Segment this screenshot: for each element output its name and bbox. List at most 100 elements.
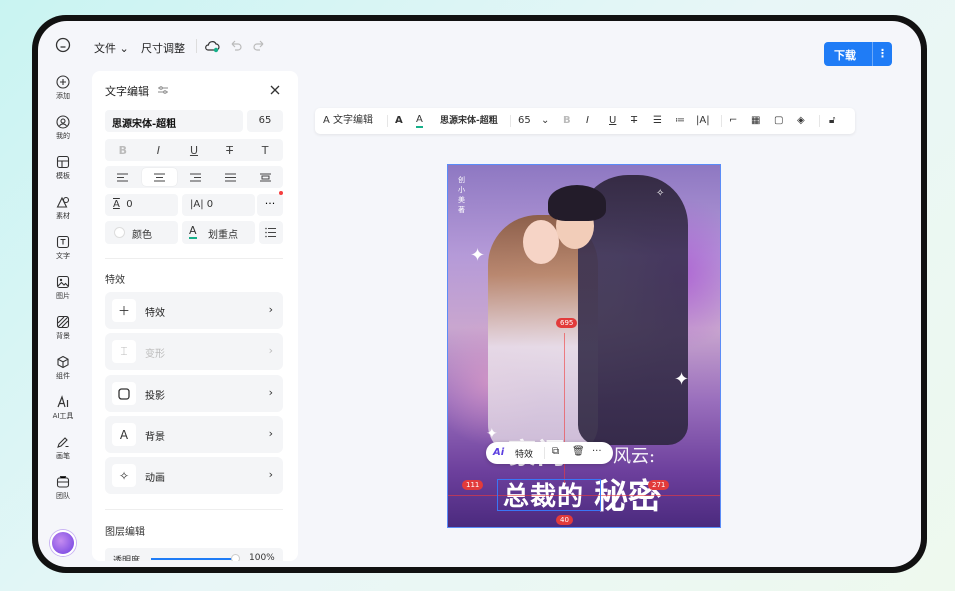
effect-item-warp[interactable]: ⌶ 变形 › [105,333,283,370]
title-line-2b[interactable]: 秘密 [594,469,662,518]
rail-item-background[interactable]: 背景 [38,315,88,341]
rail-item-image[interactable]: 图片 [38,275,88,301]
more-icon[interactable]: ··· [592,446,602,457]
effect-item-animation[interactable]: ✧ 动画 › [105,457,283,494]
duplicate-icon[interactable]: ⧉ [552,446,559,457]
settings-sliders-icon[interactable] [158,86,168,94]
rail-item-mine[interactable]: 我的 [38,115,88,141]
list-icon[interactable]: ≔ [675,114,685,128]
close-icon[interactable] [269,84,281,96]
align-left-button[interactable] [105,166,140,188]
bold-button[interactable]: B [105,139,141,161]
team-icon [56,475,70,488]
brush-icon [57,437,69,448]
highlight-button[interactable]: A 划重点 [182,221,255,244]
rail-item-text[interactable]: 文字 [38,235,88,261]
background-icon [56,315,70,329]
color-picker[interactable]: 颜色 [105,221,178,244]
italic-button[interactable]: I [141,139,177,161]
rail-label: AI工具 [52,412,74,420]
redo-icon[interactable] [252,38,266,52]
rail-item-add[interactable]: 添加 [38,75,88,101]
align-center-icon[interactable]: ☰ [653,114,662,128]
author-text[interactable]: 创小美 著 [458,175,468,215]
chevron-down-icon[interactable]: ⌄ [541,114,549,128]
cloud-sync-icon[interactable] [204,38,220,54]
rail-item-materials[interactable]: 素材 [38,195,88,221]
bold-icon[interactable]: B [563,114,571,128]
trash-icon[interactable]: 🗑︎ [572,446,585,457]
text-bg-icon: A [112,423,136,446]
format-painter-icon[interactable]: ⌐ [729,114,737,128]
opacity-handle[interactable] [231,554,240,561]
list-button[interactable] [259,221,283,244]
toolbar-font-size[interactable]: 65 [518,114,531,128]
strikethrough-button[interactable]: T [212,139,248,161]
distribute-button[interactable] [248,166,283,188]
rail-item-components[interactable]: 组件 [38,355,88,381]
divider [510,115,511,127]
divider [387,115,388,127]
design-canvas[interactable]: 创小美 著 ✦ ✦ ✦ ✧ 豪门 风云: 总裁的 秘密 695 111 271 … [447,164,721,528]
distance-badge: 40 [556,515,573,525]
underline-icon[interactable]: U [609,114,616,128]
avatar[interactable] [50,530,76,556]
rail-label: 添加 [56,92,70,100]
layers-icon[interactable]: ◈ [797,114,805,128]
image-icon [56,275,70,289]
lock-icon[interactable]: 🔓︎ [829,114,835,128]
opacity-track[interactable] [151,558,237,560]
line-spacing-input[interactable]: |A| 0 [182,194,255,216]
more-options-button[interactable]: ··· [257,194,283,216]
font-family-select[interactable]: 思源宋体-超粗 [105,110,243,132]
opacity-value: 100% [249,553,275,561]
file-menu[interactable]: 文件 ⌄ [94,40,129,56]
effect-item-effect[interactable]: ＋ 特效 › [105,292,283,329]
ai-icon[interactable]: Ai [493,447,504,458]
rail-item-template[interactable]: 模板 [38,155,88,181]
notification-dot [279,191,283,195]
highlight-label: 划重点 [208,230,238,241]
transparency-icon[interactable]: ▦ [751,114,760,128]
underline-button[interactable]: U [176,139,212,161]
effect-item-shadow[interactable]: 投影 › [105,375,283,412]
align-center-button[interactable] [141,168,177,186]
shadow-icon [112,382,136,405]
sparkle-icon: ✧ [656,188,665,199]
text-edit-toggle[interactable]: A 文字编辑 [323,114,373,128]
opacity-slider[interactable]: 透明度 100% [105,548,283,561]
toolbar-font-select[interactable]: 思源宋体-超粗 [440,114,498,128]
rail-item-team[interactable]: 团队 [38,475,88,501]
title-line-1b[interactable]: 风云: [613,442,655,468]
download-button[interactable]: 下载 ⋮ [824,42,892,66]
size-adjust-menu[interactable]: 尺寸调整 [141,40,185,56]
effect-button[interactable]: 特效 [515,447,533,460]
rail-item-brush[interactable]: 画笔 [38,435,88,461]
font-color-icon[interactable]: A [416,114,423,128]
color-swatch [114,227,125,238]
letter-spacing-input[interactable]: A 0 [105,194,178,216]
effect-item-background[interactable]: A 背景 › [105,416,283,453]
home-icon[interactable] [55,37,71,53]
cube-icon [57,355,69,369]
font-style-icon[interactable]: A [395,114,403,128]
selection-box[interactable] [497,479,601,511]
font-size-input[interactable]: 65 [247,110,283,132]
rail-label: 组件 [56,372,70,380]
undo-icon[interactable] [229,38,243,52]
strikethrough-icon[interactable]: T [631,114,637,128]
ai-icon [57,395,69,408]
effect-label: 动画 [145,473,165,484]
italic-icon[interactable]: I [586,114,589,128]
shape-icon[interactable]: ▢ [774,114,783,128]
download-more-icon[interactable]: ⋮ [872,42,892,66]
rail-item-ai-tools[interactable]: AI工具 [38,395,88,421]
case-button[interactable]: T [247,139,283,161]
editor-screen: 文件 ⌄ 尺寸调整 下载 ⋮ 添加 我的 模板 素材 文字 图片 背景 组件 A… [38,21,921,567]
list-icon [265,227,276,238]
text-toolbar: A 文字编辑 A A 思源宋体-超粗 65 ⌄ B I U T ☰ ≔ |A| … [315,108,855,134]
spacing-icon[interactable]: |A| [696,114,710,128]
device-frame: 文件 ⌄ 尺寸调整 下载 ⋮ 添加 我的 模板 素材 文字 图片 背景 组件 A… [32,15,927,573]
justify-button[interactable] [213,166,248,188]
align-right-button[interactable] [179,166,214,188]
